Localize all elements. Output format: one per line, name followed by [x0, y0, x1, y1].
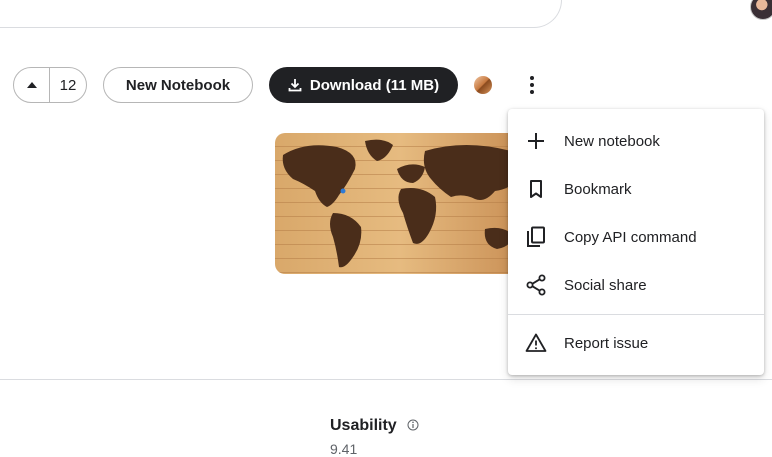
dot-icon [530, 76, 534, 80]
warning-icon [525, 333, 547, 352]
dataset-cover-image [275, 133, 525, 274]
caret-up-icon [26, 82, 37, 88]
menu-item-bookmark[interactable]: Bookmark [508, 165, 764, 213]
plus-icon [528, 133, 544, 149]
menu-item-label: Social share [564, 276, 647, 294]
bronze-medal-icon [474, 76, 492, 94]
info-icon[interactable] [407, 419, 419, 431]
download-button[interactable]: Download (11 MB) [269, 67, 458, 103]
bookmark-icon [530, 180, 542, 198]
upvote-group: 12 [13, 67, 87, 103]
share-icon [526, 274, 546, 296]
dot-icon [530, 90, 534, 94]
copy-icon [527, 226, 545, 247]
menu-item-social-share[interactable]: Social share [508, 261, 764, 309]
user-avatar[interactable] [750, 0, 772, 20]
menu-item-new-notebook[interactable]: New notebook [508, 117, 764, 165]
menu-item-label: New notebook [564, 132, 660, 150]
upvote-count: 12 [59, 76, 77, 94]
section-divider [0, 379, 772, 380]
menu-item-label: Bookmark [564, 180, 632, 198]
more-options-menu: New notebook Bookmark Copy API command S… [508, 109, 764, 375]
new-notebook-button[interactable]: New Notebook [103, 67, 253, 103]
search-bar[interactable] [0, 0, 562, 28]
menu-item-copy-api-command[interactable]: Copy API command [508, 213, 764, 261]
menu-item-report-issue[interactable]: Report issue [508, 319, 764, 367]
usability-score: 9.41 [330, 441, 358, 457]
upvote-button[interactable] [14, 68, 50, 102]
download-label: Download (11 MB) [309, 76, 440, 94]
usability-label: Usability [330, 417, 397, 434]
download-icon [288, 79, 302, 92]
dot-icon [530, 83, 534, 87]
menu-separator [508, 314, 764, 315]
menu-item-label: Copy API command [564, 228, 697, 246]
menu-item-label: Report issue [564, 334, 649, 352]
more-options-button[interactable] [517, 70, 547, 100]
